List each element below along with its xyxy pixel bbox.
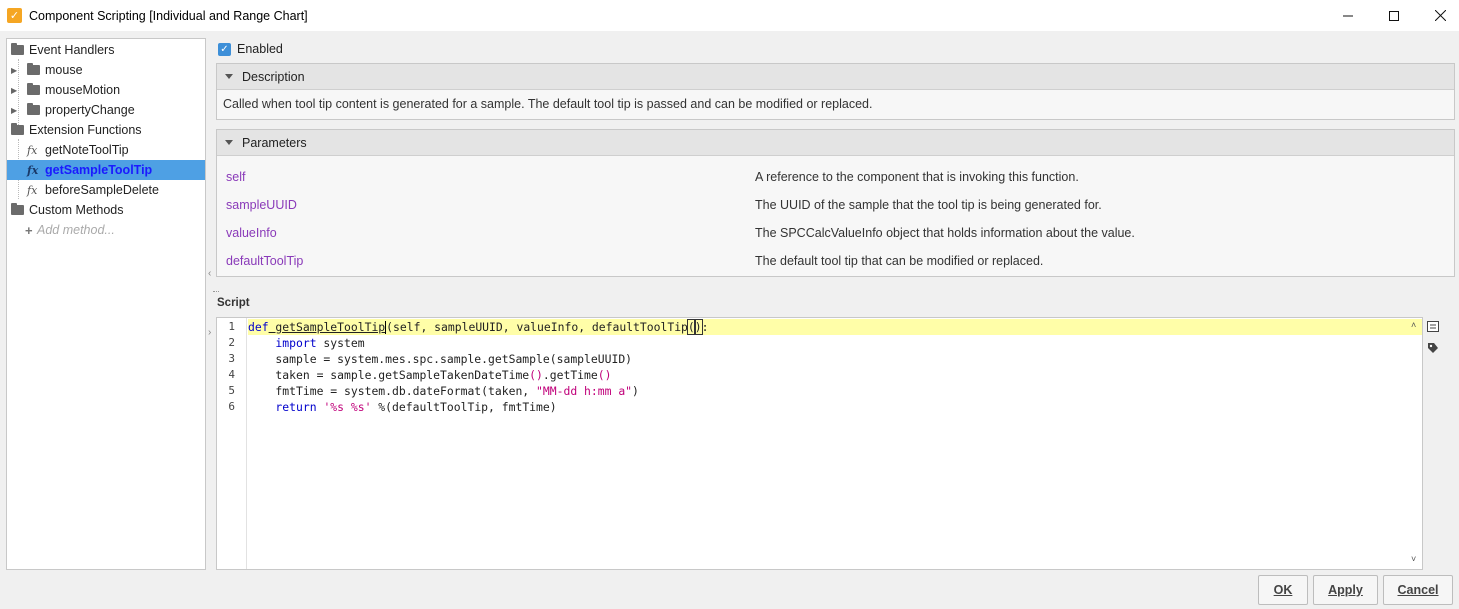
parameter-row: defaultToolTip The default tool tip that… bbox=[217, 251, 1454, 271]
parameter-row: self A reference to the component that i… bbox=[217, 167, 1454, 187]
expand-arrow-icon[interactable]: ▶ bbox=[11, 106, 21, 115]
script-tree: Event Handlers ▶ mouse ▶ mouseMotion ▶ p… bbox=[6, 38, 206, 570]
parameter-name: sampleUUID bbox=[226, 198, 297, 212]
line-number-gutter: 1 2 3 4 5 6 bbox=[217, 318, 247, 569]
code-line: return '%s %s' %(defaultToolTip, fmtTime… bbox=[248, 400, 557, 414]
tree-item-getnotetooltip[interactable]: fx getNoteToolTip bbox=[27, 140, 129, 160]
expand-arrow-icon[interactable]: ▶ bbox=[11, 86, 21, 95]
maximize-icon[interactable] bbox=[1371, 0, 1417, 31]
code-line: sample = system.mes.spc.sample.getSample… bbox=[248, 352, 633, 366]
folder-open-icon bbox=[11, 203, 24, 215]
script-list-icon[interactable] bbox=[1427, 321, 1439, 332]
folder-open-icon bbox=[11, 43, 24, 55]
parameter-description: The default tool tip that can be modifie… bbox=[755, 254, 1044, 268]
cancel-button[interactable]: Cancel bbox=[1383, 575, 1453, 605]
expand-arrow-icon[interactable]: ▶ bbox=[11, 66, 21, 75]
tree-item-mousemotion[interactable]: ▶ mouseMotion bbox=[11, 80, 120, 100]
function-icon: fx bbox=[27, 163, 39, 177]
app-logo-icon: ✓ bbox=[7, 8, 22, 23]
parameter-name: self bbox=[226, 170, 246, 184]
collapse-triangle-icon[interactable] bbox=[225, 74, 233, 79]
parameter-description: A reference to the component that is inv… bbox=[755, 170, 1079, 184]
line-number: 5 bbox=[228, 384, 235, 397]
close-icon[interactable] bbox=[1417, 0, 1459, 31]
description-panel: Description Called when tool tip content… bbox=[216, 63, 1455, 120]
parameters-panel: Parameters self A reference to the compo… bbox=[216, 129, 1455, 277]
script-label: Script bbox=[217, 297, 250, 309]
function-icon: fx bbox=[27, 183, 38, 197]
parameters-header[interactable]: Parameters bbox=[217, 130, 1454, 156]
folder-icon bbox=[27, 103, 40, 115]
code-line: import system bbox=[248, 336, 365, 350]
window-title: Component Scripting [Individual and Rang… bbox=[29, 8, 308, 23]
line-number: 6 bbox=[228, 400, 235, 413]
parameter-row: sampleUUID The UUID of the sample that t… bbox=[217, 195, 1454, 215]
script-editor[interactable]: 1 2 3 4 5 6 def getSampleToolTip(self, s… bbox=[216, 317, 1423, 570]
line-number: 1 bbox=[228, 320, 235, 333]
description-text: Called when tool tip content is generate… bbox=[223, 97, 873, 111]
parameter-description: The UUID of the sample that the tool tip… bbox=[755, 198, 1102, 212]
line-number: 4 bbox=[228, 368, 235, 381]
collapse-triangle-icon[interactable] bbox=[225, 140, 233, 145]
enabled-label: Enabled bbox=[237, 42, 283, 56]
parameter-name: defaultToolTip bbox=[226, 254, 304, 268]
description-header[interactable]: Description bbox=[217, 64, 1454, 90]
scroll-down-icon[interactable]: ˅ bbox=[1411, 554, 1416, 564]
line-number: 2 bbox=[228, 336, 235, 349]
editor-scrollbar[interactable]: ˄ ˅ bbox=[1409, 318, 1423, 569]
tree-group-extension-functions[interactable]: Extension Functions bbox=[11, 120, 142, 140]
tree-item-mouse[interactable]: ▶ mouse bbox=[11, 60, 83, 80]
plus-icon: + bbox=[25, 222, 33, 238]
folder-icon bbox=[27, 63, 40, 75]
ok-button[interactable]: OK bbox=[1258, 575, 1308, 605]
parameter-name: valueInfo bbox=[226, 226, 277, 240]
parameter-row: valueInfo The SPCCalcValueInfo object th… bbox=[217, 223, 1454, 243]
tree-item-beforesampledelete[interactable]: fx beforeSampleDelete bbox=[27, 180, 159, 200]
tree-item-getsampletooltip[interactable]: fx getSampleToolTip bbox=[7, 160, 205, 180]
apply-button[interactable]: Apply bbox=[1313, 575, 1378, 605]
line-number: 3 bbox=[228, 352, 235, 365]
collapse-left-arrow-icon[interactable]: ‹ bbox=[208, 268, 211, 279]
enabled-checkbox[interactable]: ✓ bbox=[218, 42, 231, 56]
enabled-checkbox-row[interactable]: ✓ Enabled bbox=[218, 40, 283, 58]
folder-open-icon bbox=[11, 123, 24, 135]
code-line: taken = sample.getSampleTakenDateTime().… bbox=[248, 368, 612, 382]
scroll-up-icon[interactable]: ˄ bbox=[1411, 320, 1416, 330]
function-icon: fx bbox=[27, 143, 38, 157]
minimize-icon[interactable] bbox=[1325, 0, 1371, 31]
expand-right-arrow-icon[interactable]: › bbox=[208, 327, 211, 338]
code-line: def getSampleToolTip(self, sampleUUID, v… bbox=[248, 319, 1422, 335]
code-line: fmtTime = system.db.dateFormat(taken, "M… bbox=[248, 384, 639, 398]
tree-group-custom-methods[interactable]: Custom Methods bbox=[11, 200, 123, 220]
splitter-grip[interactable] bbox=[213, 291, 219, 293]
folder-icon bbox=[27, 83, 40, 95]
add-method-item[interactable]: + Add method... bbox=[25, 220, 115, 240]
tag-icon[interactable] bbox=[1427, 342, 1439, 353]
parameter-description: The SPCCalcValueInfo object that holds i… bbox=[755, 226, 1135, 240]
tree-group-event-handlers[interactable]: Event Handlers bbox=[11, 40, 114, 60]
title-bar: ✓ Component Scripting [Individual and Ra… bbox=[0, 0, 1459, 31]
tree-item-propertychange[interactable]: ▶ propertyChange bbox=[11, 100, 135, 120]
